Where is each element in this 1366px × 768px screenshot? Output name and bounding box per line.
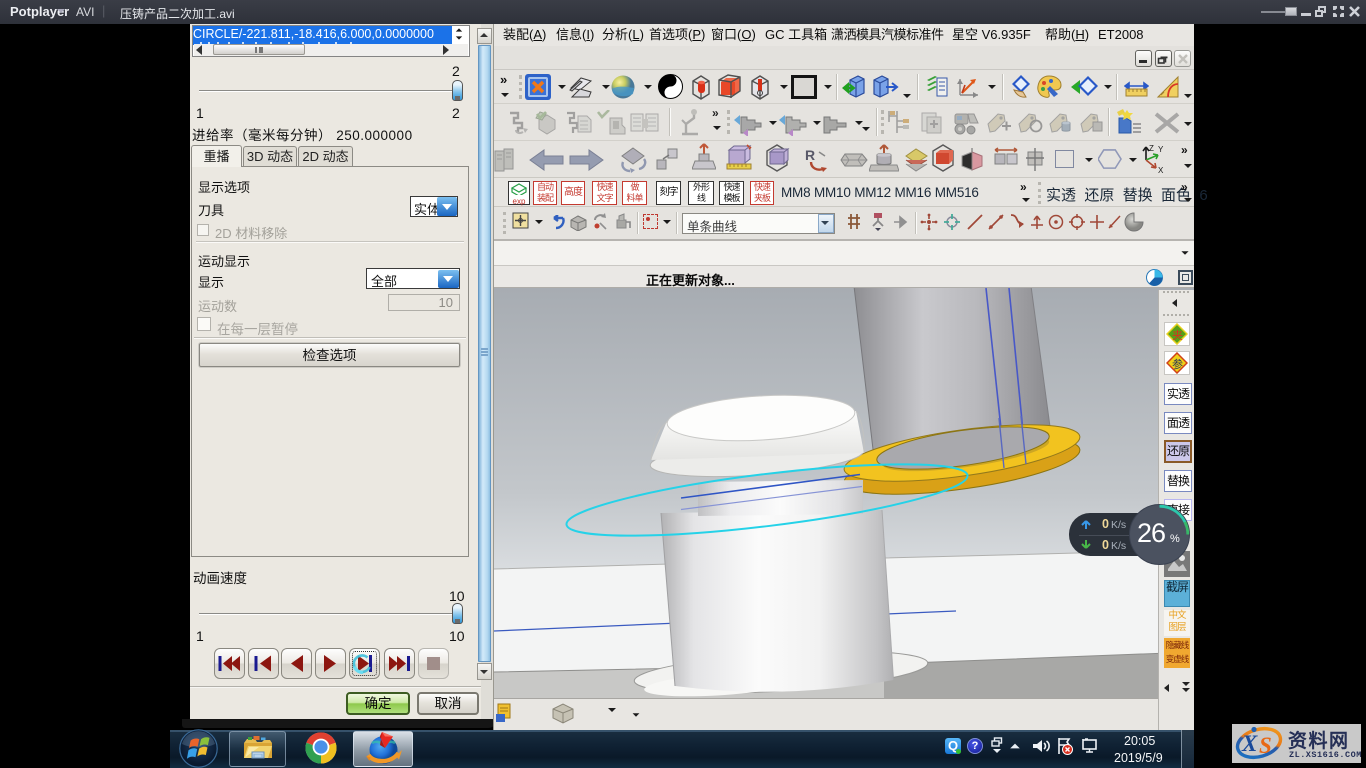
svg-text:Z: Z xyxy=(1149,144,1154,153)
svg-text:S: S xyxy=(1259,733,1272,758)
svg-text:X: X xyxy=(1241,731,1258,756)
svg-text:R: R xyxy=(805,147,815,163)
svg-text:夹: 夹 xyxy=(1172,329,1183,342)
svg-text:X: X xyxy=(1158,166,1164,174)
svg-text:Y: Y xyxy=(1158,145,1164,154)
svg-text:参: 参 xyxy=(1172,357,1183,371)
